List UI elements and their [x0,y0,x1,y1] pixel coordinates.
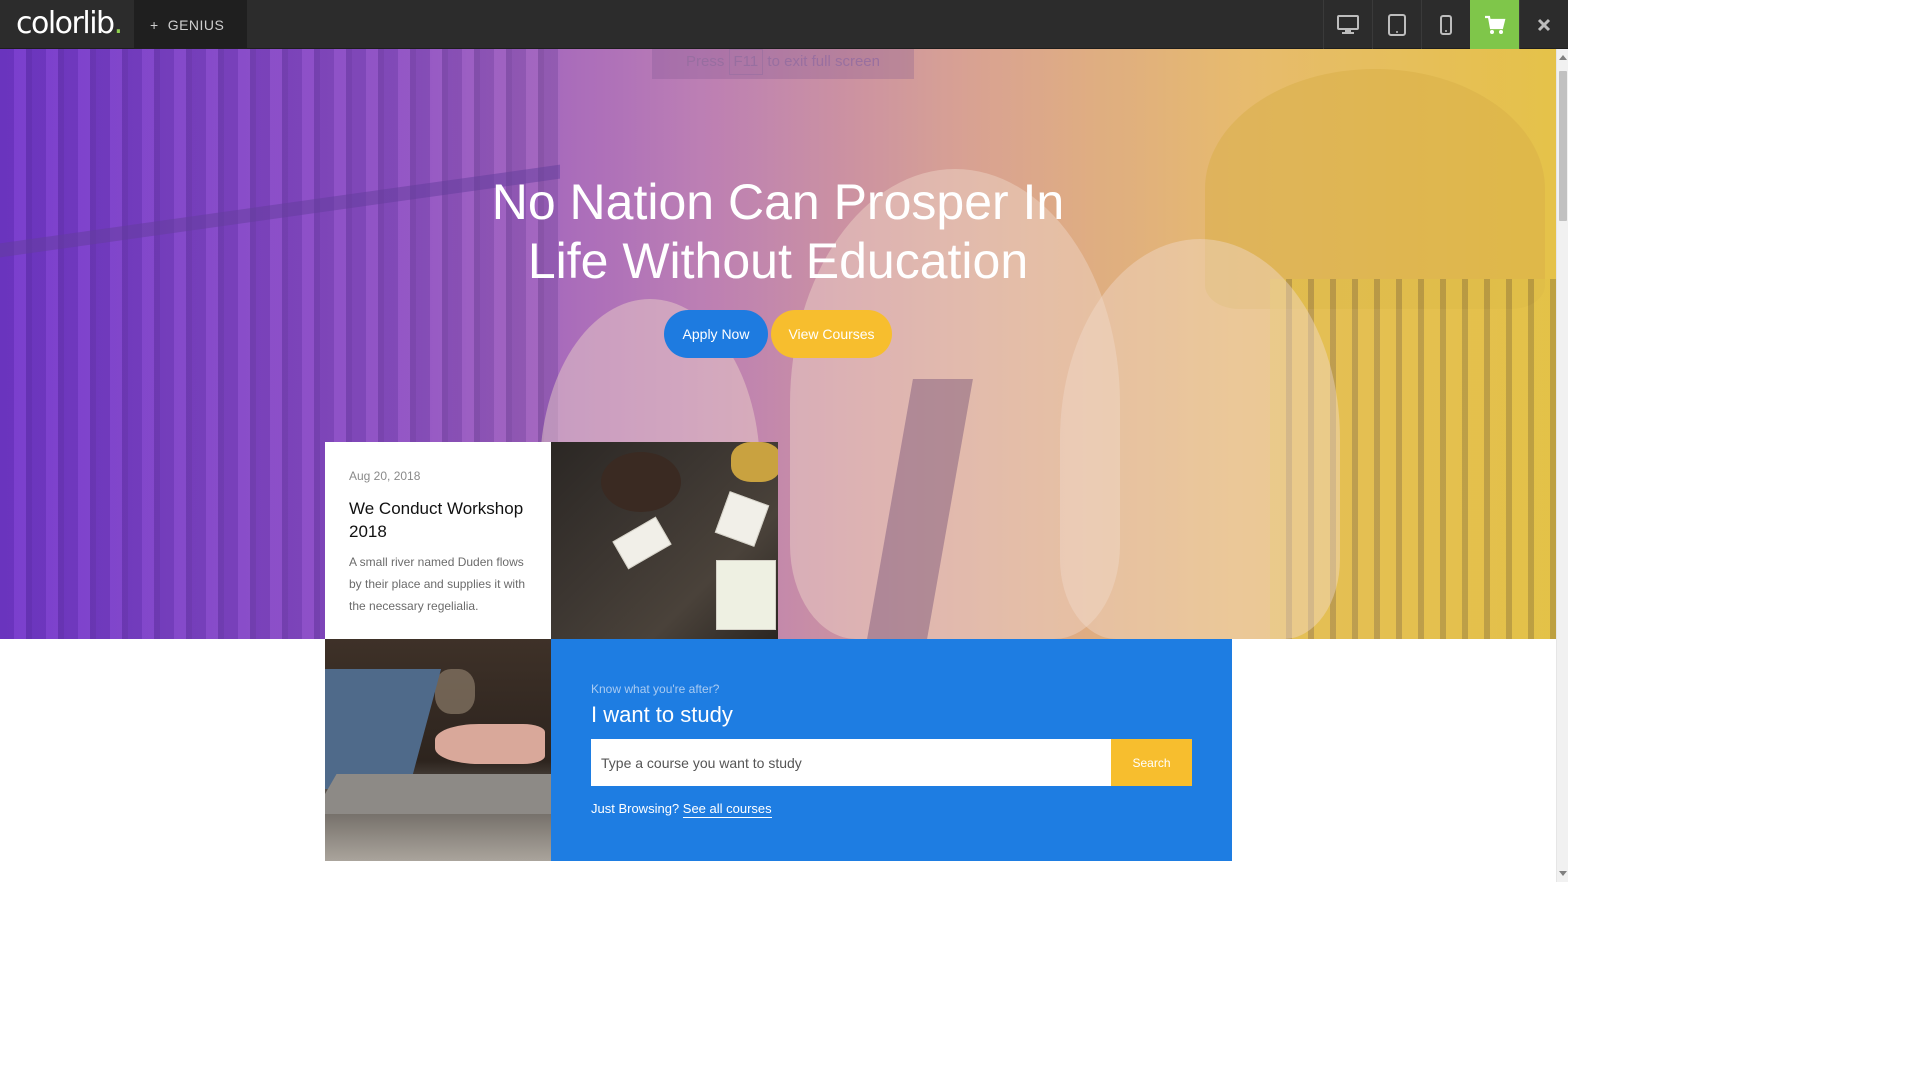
page-frame: Press F11 to exit full screen No Nation … [0,49,1556,882]
theme-switcher[interactable]: + GENIUS [134,0,247,49]
photo-typing-hand [435,724,545,764]
study-kicker: Know what you're after? [591,682,720,696]
scrollbar-thumb[interactable] [1559,71,1567,221]
browse-text: Just Browsing? [591,801,680,816]
hero-section: Press F11 to exit full screen No Nation … [0,49,1556,639]
scroll-down-arrow-icon[interactable] [1559,871,1567,876]
cart-icon [1484,15,1505,34]
plus-icon: + [150,16,159,33]
browse-line: Just Browsing? See all courses [591,801,772,818]
close-icon [1537,18,1551,31]
photo-laptop-keyboard [325,774,552,814]
photo-laptop-screen [325,669,442,789]
colorlib-logo[interactable]: colorlib. [16,6,124,41]
photo-student-hair [601,452,681,512]
event-photo [551,442,778,639]
view-courses-button[interactable]: View Courses [771,310,892,358]
fullscreen-hint: Press F11 to exit full screen [652,49,914,79]
desktop-view-button[interactable] [1323,0,1372,49]
fullscreen-hint-after: to exit full screen [767,53,880,70]
logo-dot: . [113,6,124,41]
see-all-courses-link[interactable]: See all courses [682,801,772,818]
logo-text: colorlib [16,6,115,41]
cart-button[interactable] [1470,0,1519,49]
hero-title: No Nation Can Prosper In Life Without Ed… [400,173,1156,291]
photo-open-book [612,516,672,570]
page-scrollbar[interactable] [1556,49,1568,882]
event-date: Aug 20, 2018 [349,469,421,483]
photo-textbook [716,560,776,630]
event-text: A small river named Duden flows by their… [349,555,526,613]
course-search-panel: Know what you're after? I want to study … [551,639,1232,861]
tablet-view-button[interactable] [1372,0,1421,49]
event-title[interactable]: We Conduct Workshop 2018 [349,497,528,543]
hero-title-line2: Life Without Education [527,233,1029,289]
course-search-input[interactable]: Type a course you want to study [591,739,1111,786]
apply-now-button[interactable]: Apply Now [664,310,768,358]
event-card: Aug 20, 2018 We Conduct Workshop 2018 A … [325,442,552,639]
photo-notebook [714,491,770,547]
f11-key: F11 [728,49,764,75]
close-preview-button[interactable] [1519,0,1568,49]
mobile-icon [1440,14,1452,35]
photo-student-arm [731,442,778,482]
course-search-button[interactable]: Search [1111,739,1192,786]
study-title: I want to study [591,702,733,727]
desktop-icon [1337,14,1359,34]
hero-title-line1: No Nation Can Prosper In [491,174,1065,230]
mobile-view-button[interactable] [1421,0,1470,49]
theme-name: GENIUS [167,16,225,33]
laptop-photo [325,639,552,861]
scroll-up-arrow-icon[interactable] [1559,55,1567,60]
course-search-form: Type a course you want to study Search [591,739,1192,786]
tablet-icon [1388,13,1406,36]
fullscreen-hint-before: Press [686,53,725,70]
preview-topbar: colorlib. + GENIUS [0,0,1568,49]
photo-lamp [435,669,475,714]
